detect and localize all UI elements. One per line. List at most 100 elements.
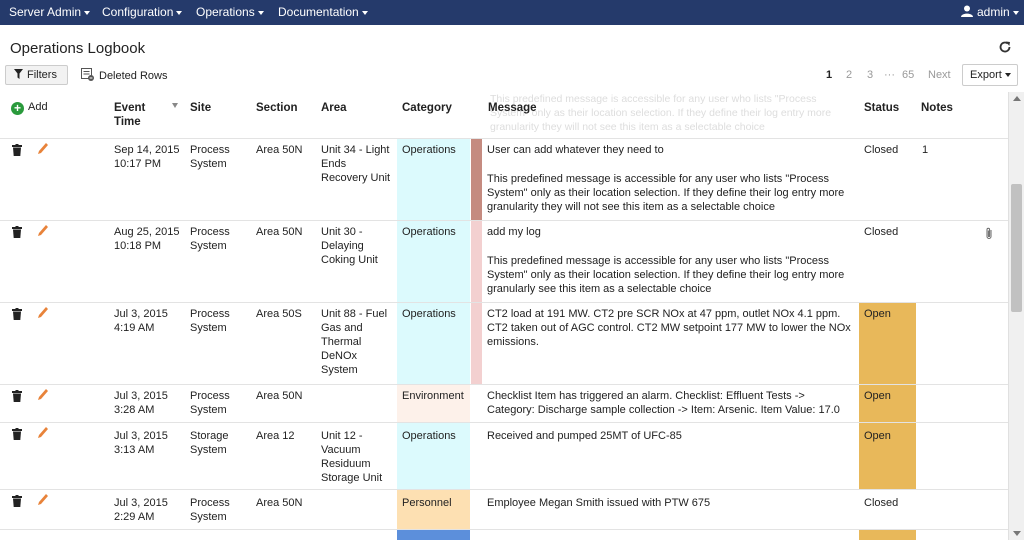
pencil-icon[interactable] [38, 225, 48, 237]
column-header-category[interactable]: Category [402, 101, 452, 115]
menu-operations[interactable]: Operations [196, 0, 264, 25]
message-body: This predefined message is accessible fo… [487, 255, 845, 295]
section: Area 50N [256, 497, 303, 509]
filters-button[interactable]: Filters [5, 65, 68, 85]
column-header-site[interactable]: Site [190, 101, 211, 115]
event-time: Jul 3, 2015 3:13 AM [114, 430, 168, 456]
paperclip-icon[interactable] [985, 227, 993, 240]
sort-desc-icon[interactable] [172, 103, 178, 108]
status: Closed [864, 497, 899, 509]
menu-operations-label: Operations [196, 5, 255, 19]
pencil-icon[interactable] [38, 427, 48, 439]
status: Open [864, 390, 891, 402]
message-title: Checklist Item has triggered an alarm. C… [487, 390, 840, 416]
menu-configuration[interactable]: Configuration [102, 0, 183, 25]
category: Operations [402, 226, 456, 238]
trash-icon[interactable] [12, 390, 22, 402]
menu-configuration-label: Configuration [102, 5, 174, 19]
column-header-area[interactable]: Area [321, 101, 347, 115]
menu-server-admin[interactable]: Server Admin [9, 0, 91, 25]
column-header-notes[interactable]: Notes [921, 101, 953, 115]
page-title: Operations Logbook [10, 40, 146, 57]
add-entry-button[interactable]: + Add [11, 101, 48, 115]
page-link-1[interactable]: 1 [826, 69, 832, 81]
area: Unit 34 - Light Ends Recovery Unit [321, 144, 391, 184]
column-header-event-time[interactable]: Event Time [114, 101, 169, 129]
category: Environment [402, 390, 464, 402]
deleted-rows-label: Deleted Rows [99, 70, 168, 82]
site: Process System [190, 308, 230, 334]
area: Unit 88 - Fuel Gas and Thermal DeNOx Sys… [321, 308, 388, 376]
chevron-down-icon [257, 10, 264, 15]
table-row[interactable]: Sep 14, 2015 10:17 PM Process System Are… [0, 138, 1008, 221]
page-link-65[interactable]: 65 [902, 69, 914, 81]
message-title: Employee Megan Smith issued with PTW 675 [487, 497, 711, 509]
status: Closed [864, 144, 899, 156]
priority-strip [471, 221, 482, 303]
chevron-down-icon [176, 10, 183, 15]
column-header-message[interactable]: Message [488, 101, 537, 115]
table-row[interactable]: Jul 3, 2015 3:13 AM Storage System Area … [0, 422, 1008, 490]
trash-icon[interactable] [12, 226, 22, 238]
category-highlight [397, 530, 470, 540]
top-navbar: Server Admin Configuration Operations Do… [0, 0, 1024, 25]
pencil-icon[interactable] [38, 307, 48, 319]
priority-strip [471, 139, 482, 221]
pencil-icon[interactable] [38, 494, 48, 506]
pencil-icon[interactable] [38, 143, 48, 155]
event-time: Aug 25, 2015 10:18 PM [114, 226, 180, 252]
column-header-section[interactable]: Section [256, 101, 298, 115]
section: Area 50S [256, 308, 302, 320]
table-row[interactable] [0, 529, 1008, 540]
message-title: Received and pumped 25MT of UFC-85 [487, 430, 682, 442]
section: Area 50N [256, 226, 303, 238]
status-highlight [859, 530, 916, 540]
scroll-thumb[interactable] [1011, 184, 1022, 312]
deleted-rows-button[interactable]: Deleted Rows [81, 68, 167, 82]
trash-icon[interactable] [12, 144, 22, 156]
event-time: Jul 3, 2015 4:19 AM [114, 308, 168, 334]
site: Process System [190, 390, 230, 416]
status: Open [864, 430, 891, 442]
page-link-2[interactable]: 2 [846, 69, 852, 81]
user-name: admin [977, 5, 1010, 19]
table-row[interactable]: Jul 3, 2015 3:28 AM Process System Area … [0, 384, 1008, 423]
trash-icon[interactable] [12, 308, 22, 320]
site: Process System [190, 144, 230, 170]
notes-count[interactable]: 1 [922, 143, 928, 157]
next-page-link[interactable]: Next [928, 69, 951, 81]
site: Storage System [190, 430, 229, 456]
filter-icon [14, 69, 23, 79]
table-scrollbar[interactable] [1008, 92, 1024, 540]
priority-strip [471, 303, 482, 385]
table-row[interactable]: Aug 25, 2015 10:18 PM Process System Are… [0, 220, 1008, 303]
table-row[interactable]: Jul 3, 2015 4:19 AM Process System Area … [0, 302, 1008, 385]
chevron-down-icon [84, 10, 91, 15]
deleted-rows-icon [81, 68, 94, 81]
export-button[interactable]: Export [962, 64, 1018, 86]
menu-server-admin-label: Server Admin [9, 5, 82, 19]
message-title: CT2 load at 191 MW. CT2 pre SCR NOx at 4… [487, 308, 851, 348]
column-header-status[interactable]: Status [864, 101, 899, 115]
section: Area 50N [256, 390, 303, 402]
table-row[interactable]: Jul 3, 2015 2:29 AM Process System Area … [0, 489, 1008, 530]
page-link-3[interactable]: 3 [867, 69, 873, 81]
pencil-icon[interactable] [38, 389, 48, 401]
category: Personnel [402, 497, 452, 509]
chevron-down-icon [1004, 73, 1011, 78]
status: Closed [864, 226, 899, 238]
refresh-icon[interactable] [998, 40, 1012, 54]
faded-message-preview: This predefined message is accessible fo… [490, 93, 832, 132]
user-menu[interactable]: admin [961, 0, 1019, 25]
category: Operations [402, 308, 456, 320]
trash-icon[interactable] [12, 428, 22, 440]
trash-icon[interactable] [12, 495, 22, 507]
menu-documentation-label: Documentation [278, 5, 359, 19]
area: Unit 12 - Vacuum Residuum Storage Unit [321, 430, 383, 484]
event-time: Sep 14, 2015 10:17 PM [114, 144, 180, 170]
section: Area 12 [256, 430, 295, 442]
scroll-down-arrow-icon[interactable] [1013, 531, 1021, 536]
menu-documentation[interactable]: Documentation [278, 0, 368, 25]
page-ellipsis: ··· [884, 69, 895, 81]
scroll-up-arrow-icon[interactable] [1013, 96, 1021, 101]
